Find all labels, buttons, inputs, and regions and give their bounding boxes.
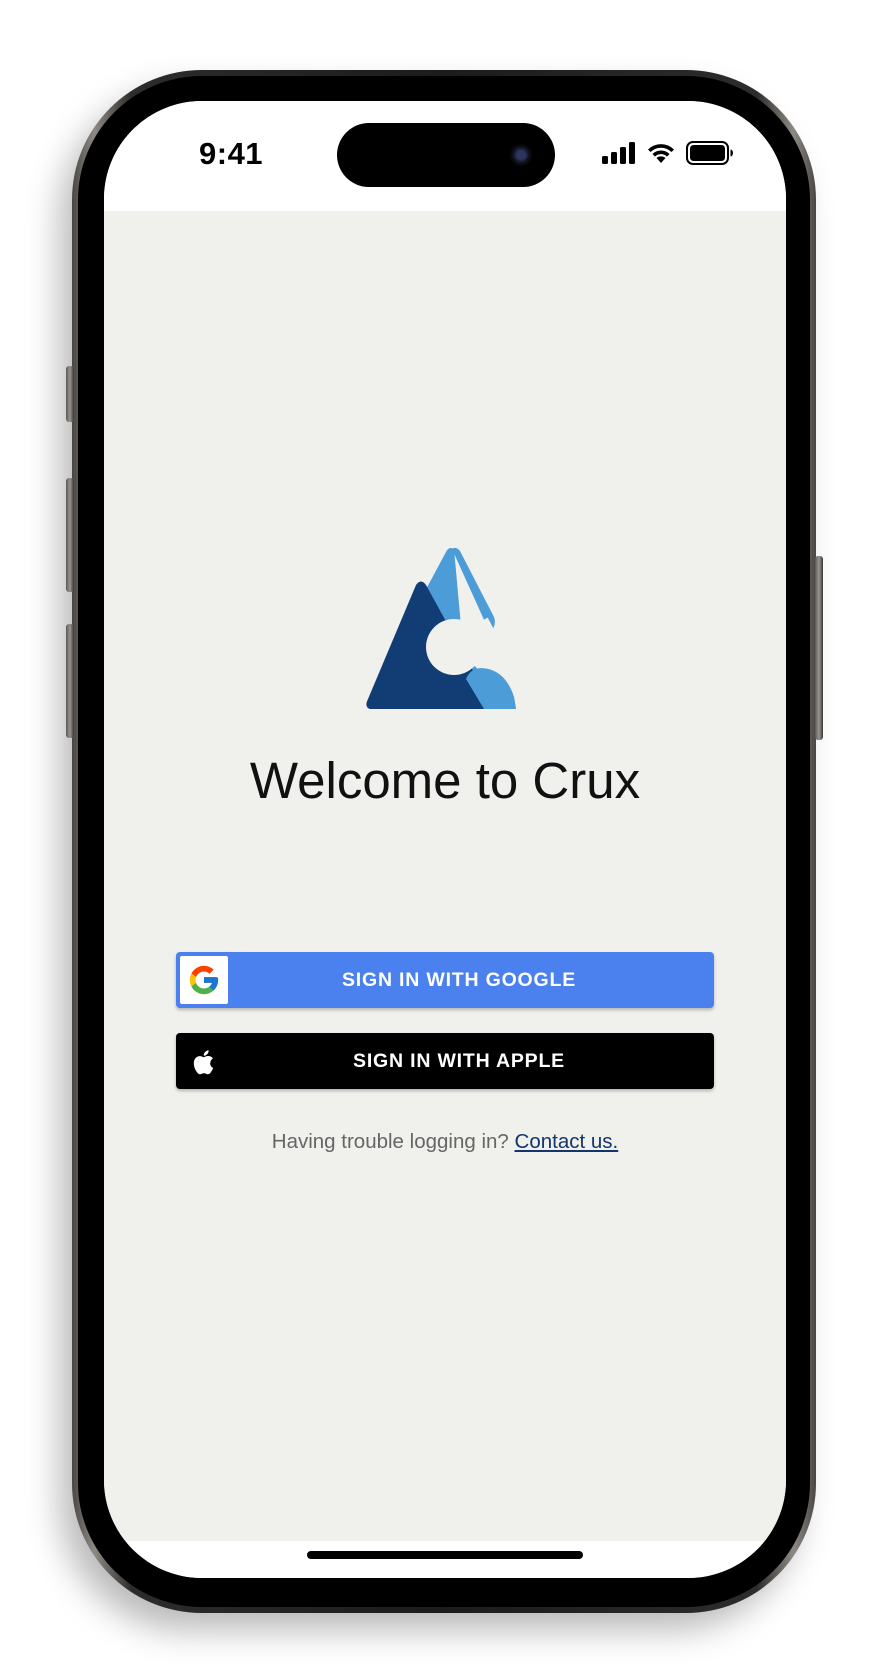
apple-button-label: SIGN IN WITH APPLE [353, 1049, 565, 1072]
cellular-signal-icon [602, 142, 635, 164]
status-bar: 9:41 [104, 101, 786, 211]
welcome-title: Welcome to Crux [249, 752, 641, 809]
login-screen: Welcome to Crux SIGN IN WITH GOOGLE SIGN… [104, 211, 786, 1541]
google-button-label: SIGN IN WITH GOOGLE [341, 968, 577, 991]
help-text: Having trouble logging in? [271, 1130, 509, 1153]
status-icons [602, 139, 734, 167]
status-time: 9:41 [199, 136, 264, 171]
volume-down-button [66, 624, 74, 738]
apple-icon [193, 1050, 214, 1075]
help-text-row: Having trouble logging in? Contact us. [104, 1130, 786, 1154]
google-icon [189, 965, 219, 995]
crux-logo [366, 547, 516, 709]
wifi-icon [648, 144, 674, 163]
sign-in-apple-button[interactable]: SIGN IN WITH APPLE [176, 1033, 714, 1089]
phone-screen: 9:41 Welcome to Crux SIGN IN WITH GOOGLE… [104, 101, 786, 1578]
google-logo-box [180, 956, 228, 1004]
volume-up-button [66, 478, 74, 592]
contact-us-link[interactable]: Contact us. [515, 1130, 619, 1153]
dynamic-island [337, 123, 555, 187]
home-indicator[interactable] [307, 1551, 583, 1559]
battery-icon [686, 141, 733, 165]
home-area [104, 1541, 786, 1578]
sign-in-google-button[interactable]: SIGN IN WITH GOOGLE [176, 952, 714, 1008]
action-button [66, 366, 74, 422]
camera-icon [509, 143, 533, 167]
power-button [815, 556, 823, 740]
